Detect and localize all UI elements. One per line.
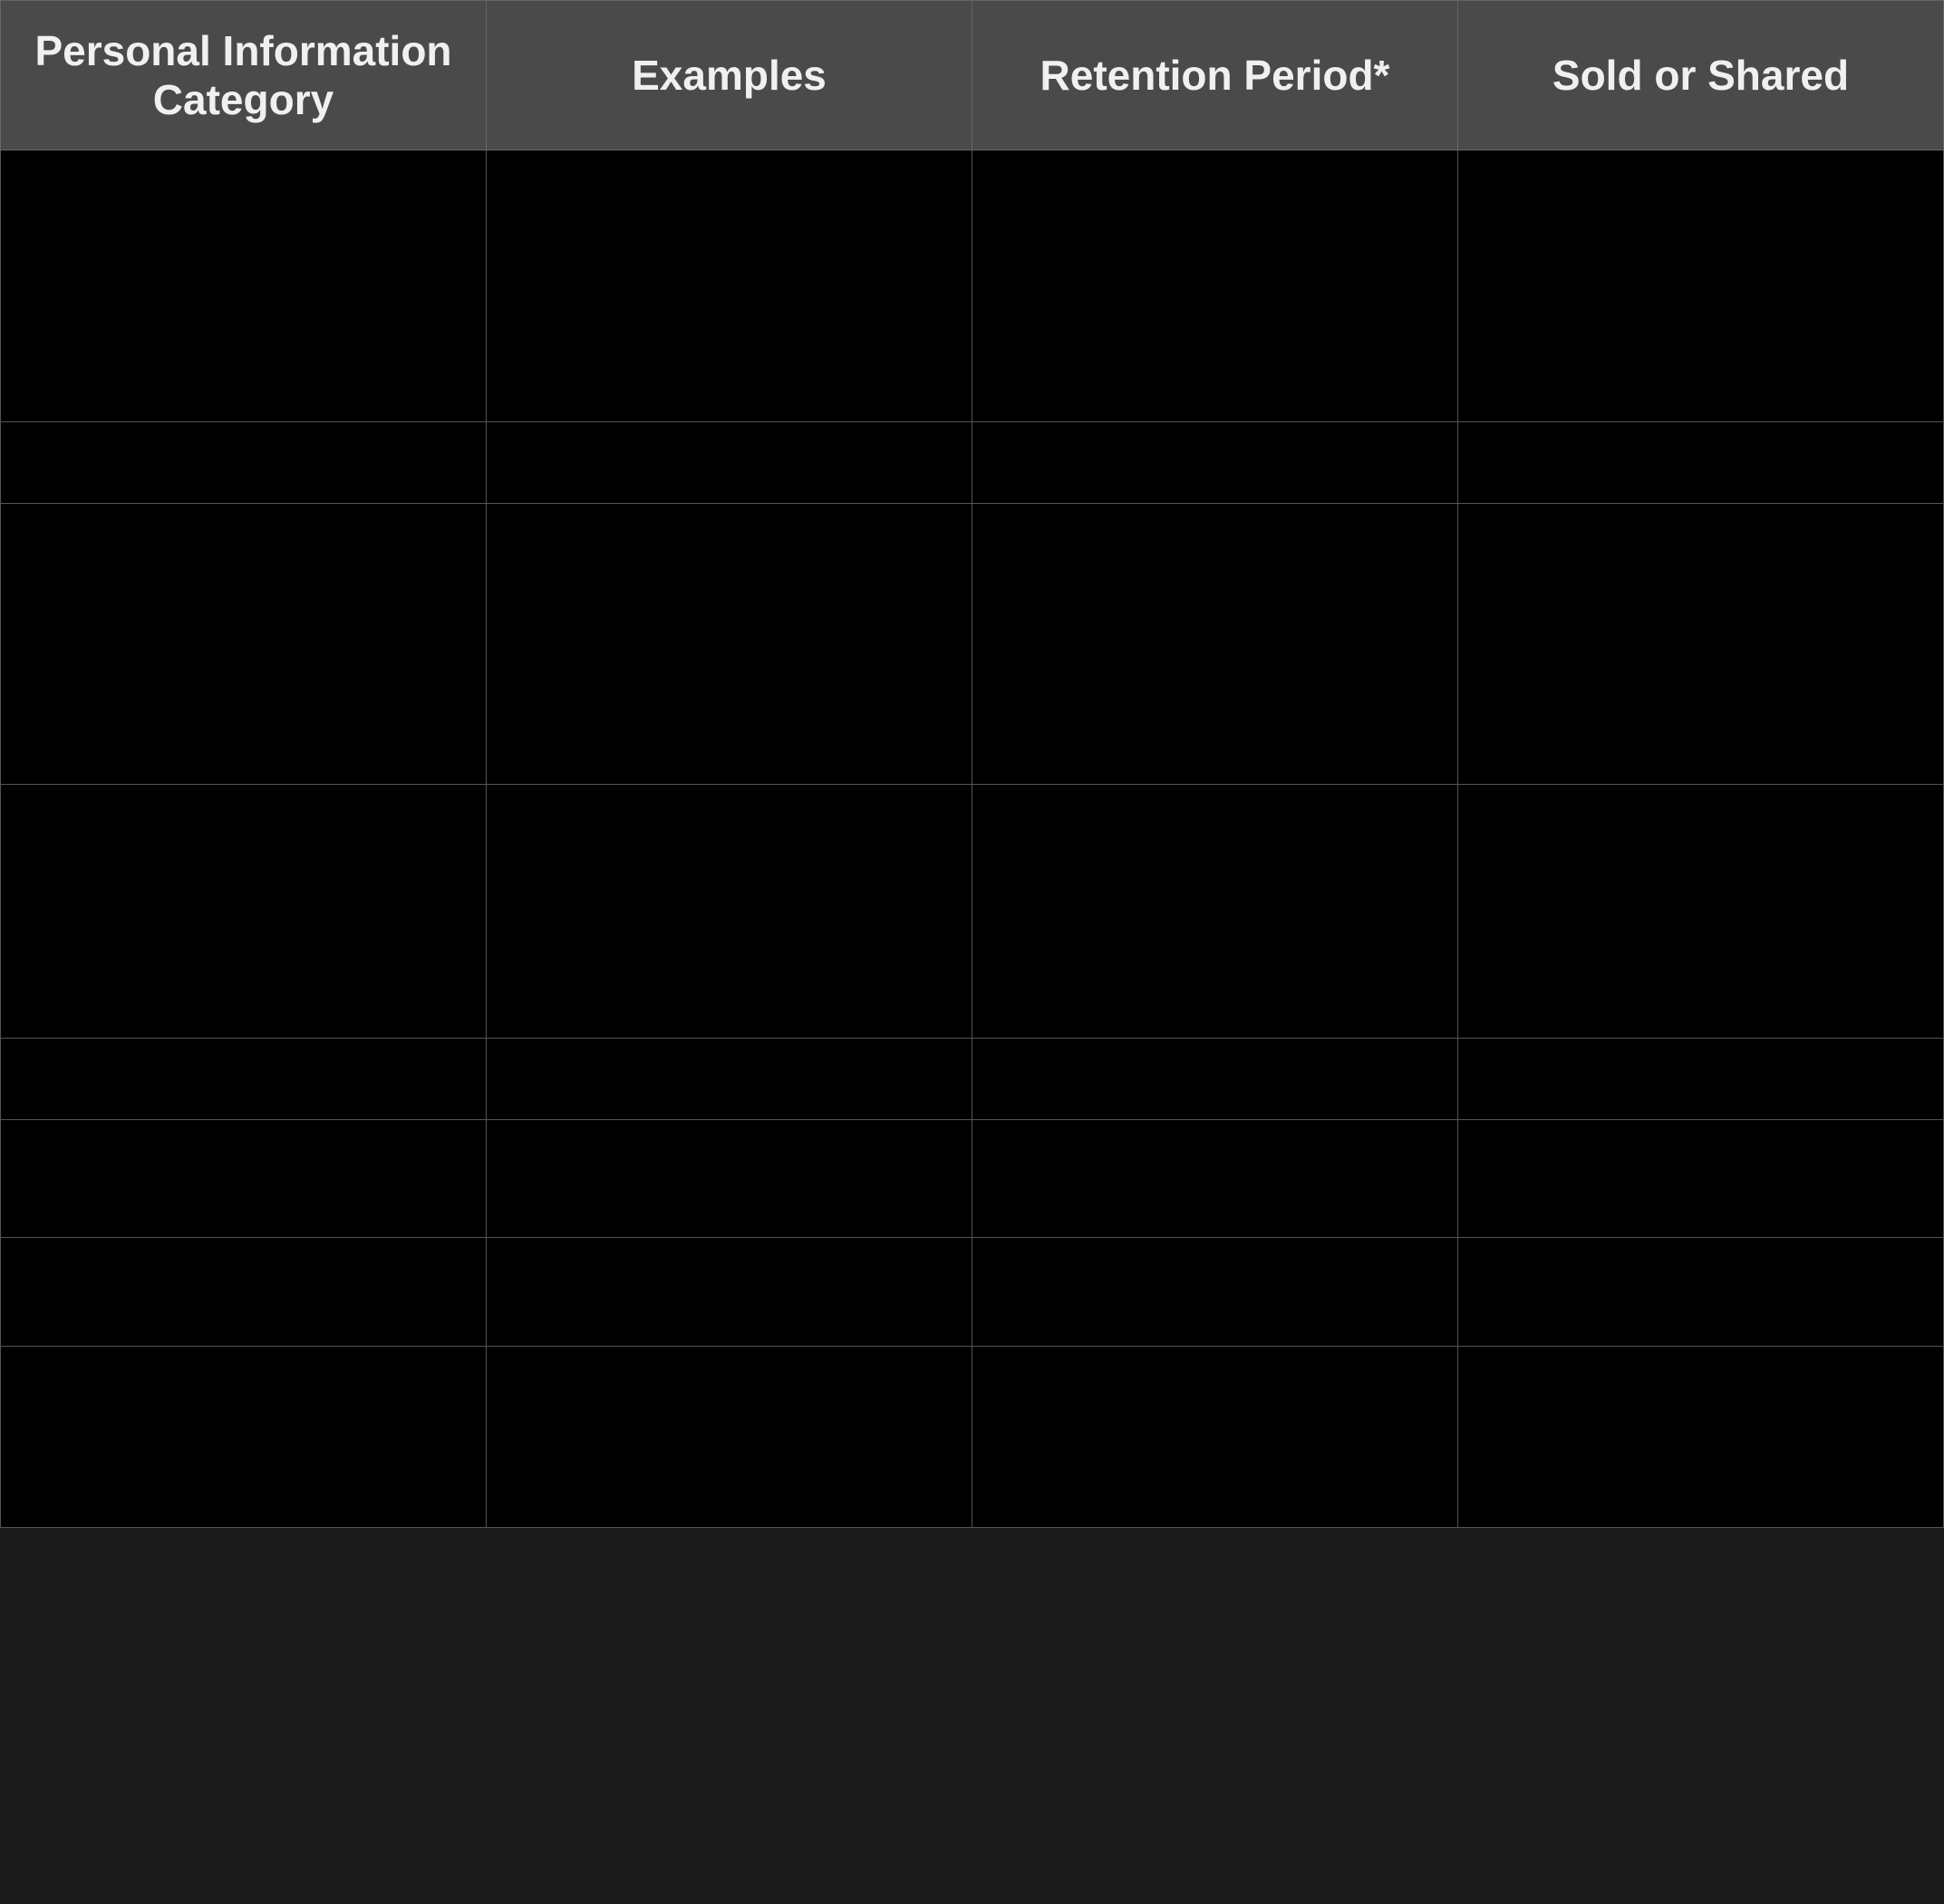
table-row <box>1 504 1944 785</box>
table-header-row: Personal Information Category Examples R… <box>1 1 1944 150</box>
cell-sold-8 <box>1458 1347 1944 1528</box>
cell-category-2 <box>1 422 487 504</box>
cell-sold-5 <box>1458 1039 1944 1120</box>
cell-retention-8 <box>972 1347 1458 1528</box>
cell-examples-6 <box>487 1120 972 1238</box>
header-retention: Retention Period* <box>972 1 1458 150</box>
cell-examples-1 <box>487 150 972 422</box>
cell-category-3 <box>1 504 487 785</box>
cell-sold-4 <box>1458 785 1944 1039</box>
table-row <box>1 1120 1944 1238</box>
cell-sold-7 <box>1458 1238 1944 1347</box>
cell-sold-3 <box>1458 504 1944 785</box>
cell-retention-4 <box>972 785 1458 1039</box>
cell-sold-1 <box>1458 150 1944 422</box>
cell-examples-3 <box>487 504 972 785</box>
cell-sold-2 <box>1458 422 1944 504</box>
header-examples: Examples <box>487 1 972 150</box>
cell-examples-5 <box>487 1039 972 1120</box>
cell-category-7 <box>1 1238 487 1347</box>
cell-retention-7 <box>972 1238 1458 1347</box>
table-row <box>1 422 1944 504</box>
table-row <box>1 785 1944 1039</box>
cell-examples-4 <box>487 785 972 1039</box>
cell-category-4 <box>1 785 487 1039</box>
table-row <box>1 1039 1944 1120</box>
cell-category-1 <box>1 150 487 422</box>
cell-retention-3 <box>972 504 1458 785</box>
cell-examples-8 <box>487 1347 972 1528</box>
cell-retention-1 <box>972 150 1458 422</box>
cell-category-6 <box>1 1120 487 1238</box>
cell-category-8 <box>1 1347 487 1528</box>
cell-examples-2 <box>487 422 972 504</box>
cell-retention-2 <box>972 422 1458 504</box>
personal-info-table: Personal Information Category Examples R… <box>0 0 1944 1528</box>
table-row <box>1 1238 1944 1347</box>
header-sold: Sold or Shared <box>1458 1 1944 150</box>
table-row <box>1 1347 1944 1528</box>
table-row <box>1 150 1944 422</box>
header-category: Personal Information Category <box>1 1 487 150</box>
main-table-container: Personal Information Category Examples R… <box>0 0 1944 1528</box>
cell-retention-6 <box>972 1120 1458 1238</box>
cell-examples-7 <box>487 1238 972 1347</box>
cell-category-5 <box>1 1039 487 1120</box>
cell-retention-5 <box>972 1039 1458 1120</box>
cell-sold-6 <box>1458 1120 1944 1238</box>
